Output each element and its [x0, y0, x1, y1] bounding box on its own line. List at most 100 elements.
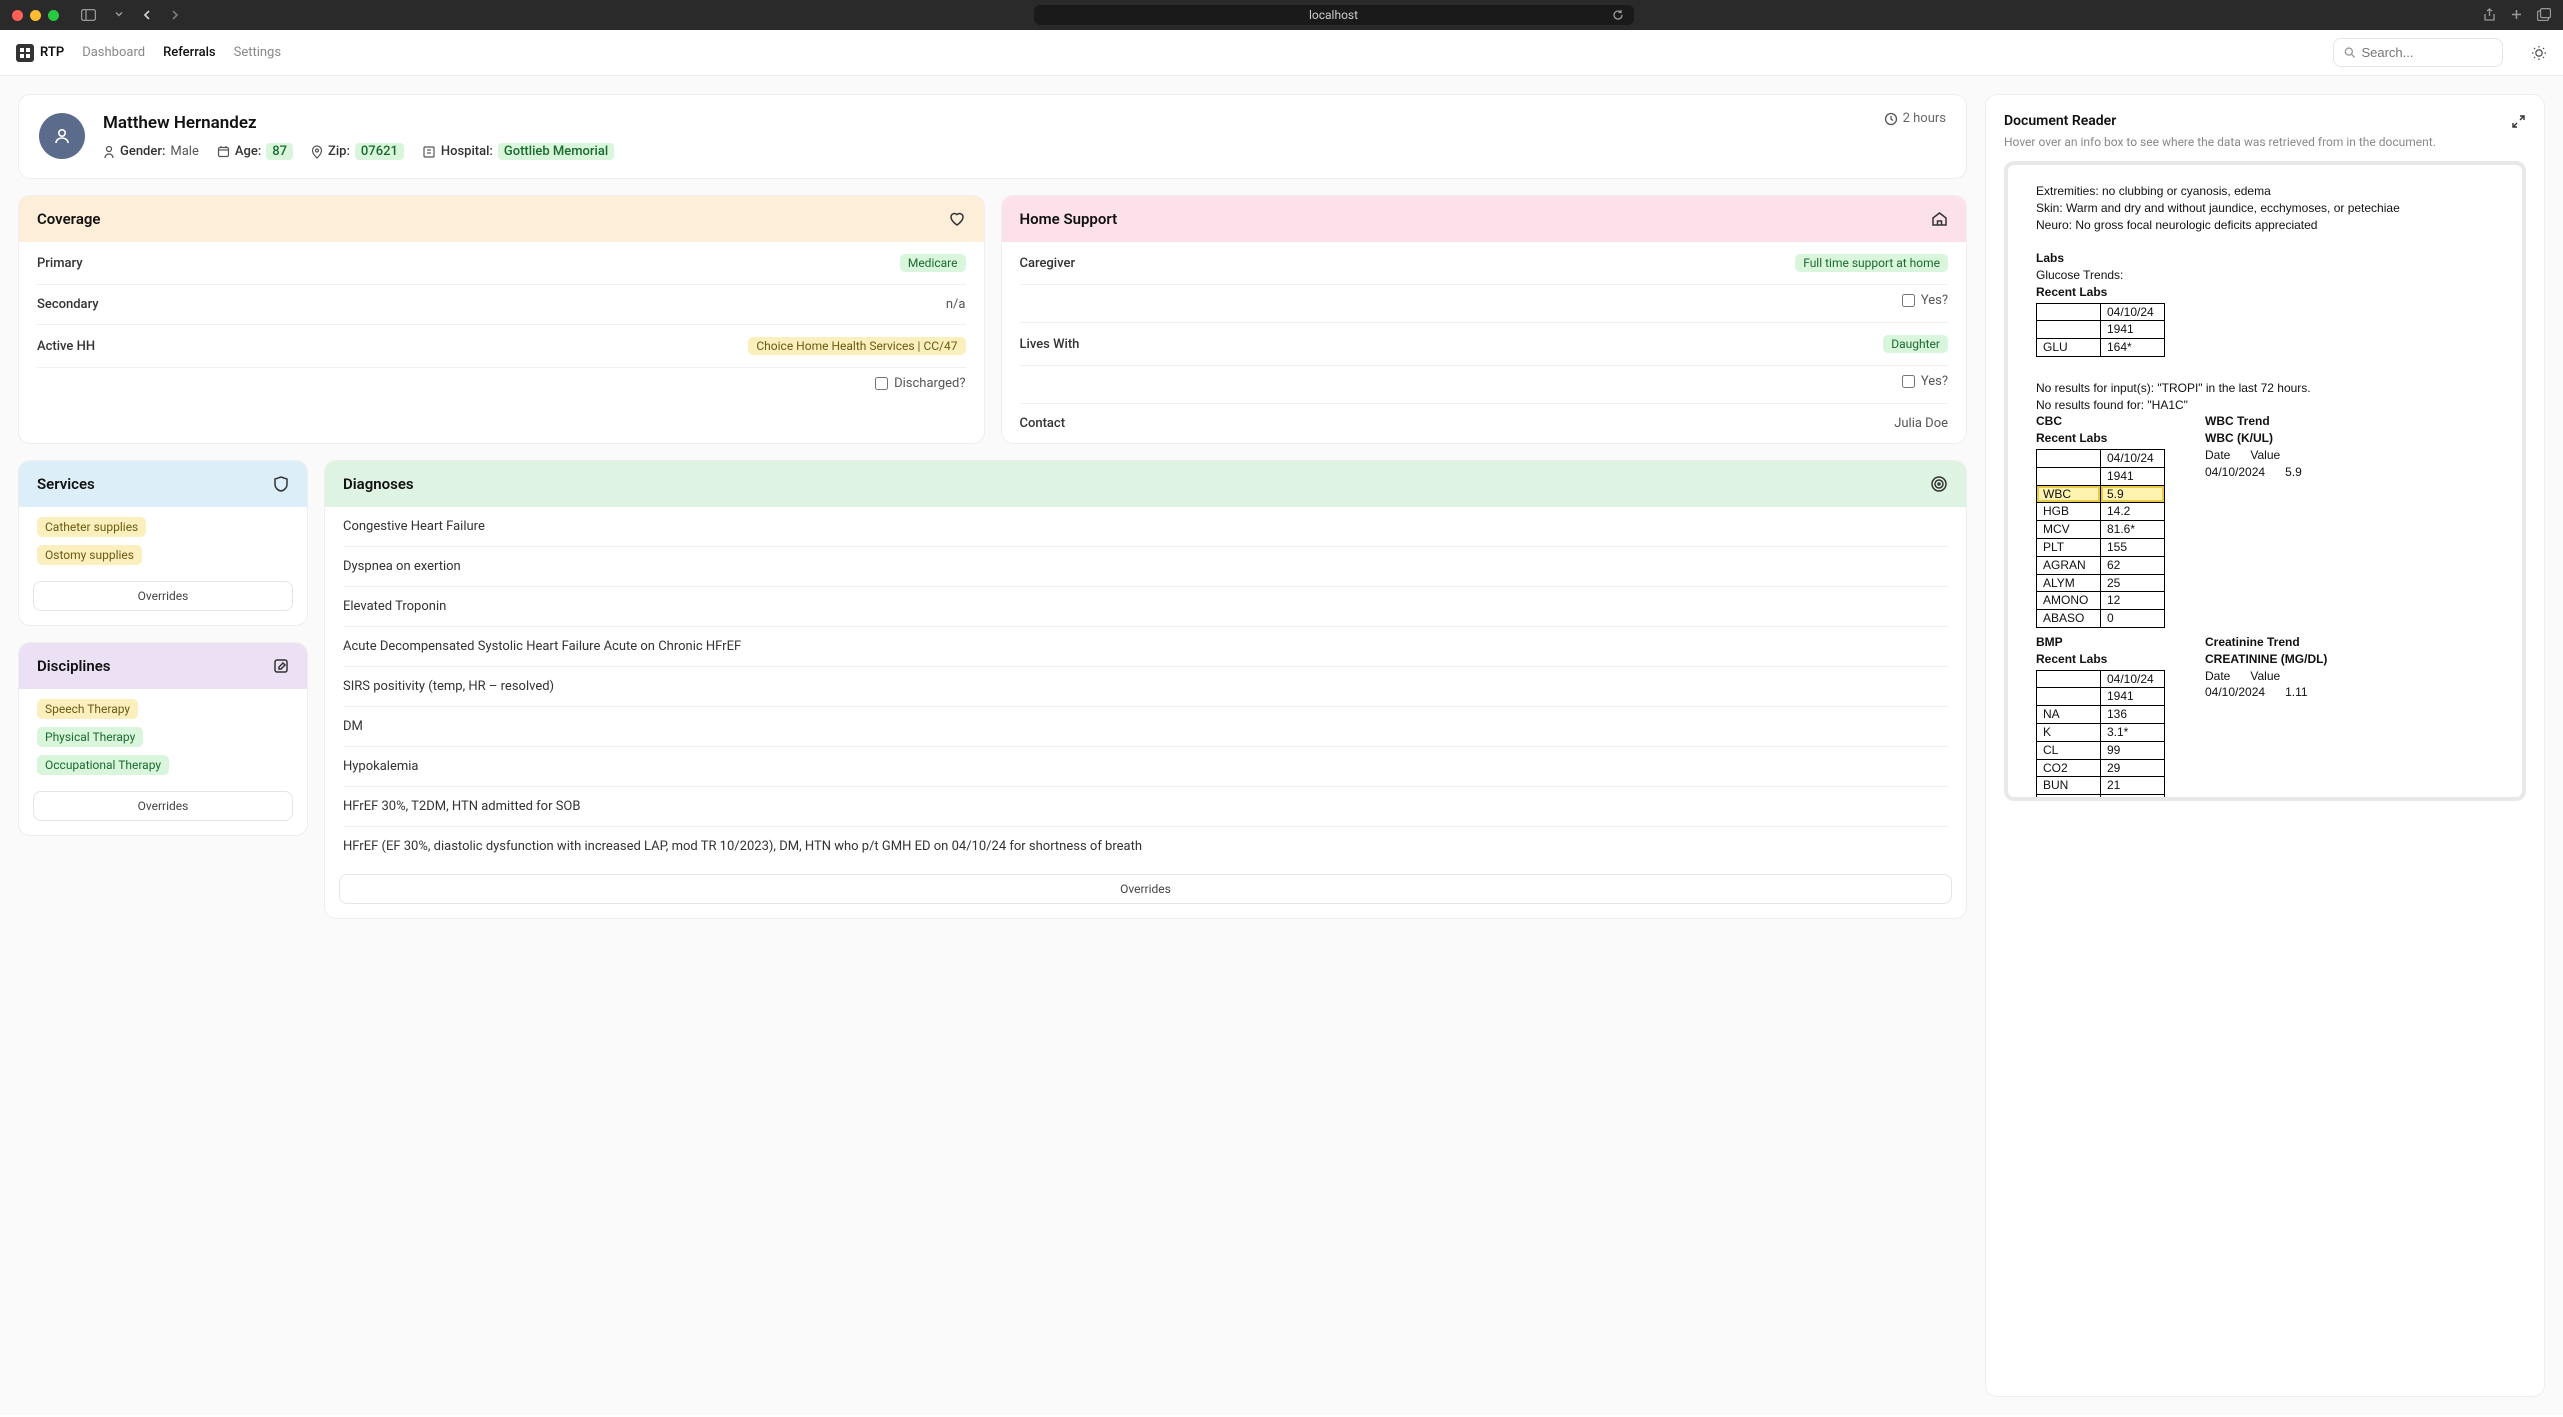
- lab-cell: 12: [2101, 592, 2165, 610]
- caregiver-yes-row: Yes?: [1020, 285, 1949, 322]
- chevron-down-icon[interactable]: [110, 9, 128, 21]
- diagnosis-item: Acute Decompensated Systolic Heart Failu…: [343, 627, 1948, 667]
- lab-cell: GLU: [2037, 339, 2101, 357]
- lab-cell: MCV: [2037, 521, 2101, 539]
- discipline-chip: Occupational Therapy: [37, 755, 169, 775]
- lab-cell: 04/10/24: [2101, 303, 2165, 321]
- search-field[interactable]: [2361, 45, 2492, 60]
- reload-icon[interactable]: [1612, 9, 1624, 21]
- liveswith-label: Lives With: [1020, 337, 1080, 352]
- disciplines-title: Disciplines: [37, 657, 111, 675]
- caregiver-yes-label: Yes?: [1921, 293, 1948, 308]
- diagnosis-item: Dyspnea on exertion: [343, 547, 1948, 587]
- document-frame[interactable]: Extremities: no clubbing or cyanosis, ed…: [2004, 161, 2526, 801]
- zip-label: Zip:: [328, 144, 350, 159]
- browser-right-controls: [2483, 8, 2551, 22]
- nav-dashboard[interactable]: Dashboard: [82, 45, 145, 60]
- diagnoses-title: Diagnoses: [343, 475, 414, 493]
- lab-cell: 29: [2101, 759, 2165, 777]
- doc-line: Neuro: No gross focal neurologic deficit…: [2036, 217, 2494, 234]
- caregiver-yes-checkbox[interactable]: [1902, 294, 1915, 307]
- heart-icon: [948, 211, 966, 227]
- maximize-window-icon[interactable]: [48, 10, 59, 21]
- age-value: 87: [266, 143, 293, 160]
- coverage-card: Coverage Primary Medicare Secondary n/a …: [18, 195, 985, 444]
- discharged-checkbox[interactable]: [875, 377, 888, 390]
- disciplines-overrides-button[interactable]: Overrides: [33, 791, 293, 821]
- share-icon[interactable]: [2483, 8, 2496, 22]
- diagnoses-card: Diagnoses Congestive Heart FailureDyspne…: [324, 460, 1967, 919]
- back-icon[interactable]: [138, 9, 156, 21]
- avatar: [39, 113, 85, 159]
- doc-heading: Recent Labs: [2036, 652, 2107, 666]
- diagnoses-overrides-button[interactable]: Overrides: [339, 874, 1952, 904]
- lab-cell: 14.2: [2101, 503, 2165, 521]
- lab-cell: 5.9: [2101, 485, 2165, 503]
- tabs-icon[interactable]: [2537, 8, 2551, 22]
- disciplines-header: Disciplines: [19, 643, 307, 689]
- meta-gender: Gender: Male: [103, 143, 199, 160]
- meta-age: Age: 87: [217, 143, 293, 160]
- meta-zip: Zip: 07621: [311, 143, 404, 160]
- service-chip: Ostomy supplies: [37, 545, 142, 565]
- diagnosis-item: HFrEF 30%, T2DM, HTN admitted for SOB: [343, 787, 1948, 827]
- services-overrides-button[interactable]: Overrides: [33, 581, 293, 611]
- logo-icon: [16, 44, 34, 62]
- sidebar-toggle-icon[interactable]: [77, 9, 100, 21]
- diagnosis-item: DM: [343, 707, 1948, 747]
- contact-label: Contact: [1020, 416, 1066, 431]
- lab-cell: AGRAN: [2037, 556, 2101, 574]
- age-label: Age:: [235, 144, 261, 159]
- home-support-title: Home Support: [1020, 210, 1118, 228]
- close-window-icon[interactable]: [12, 10, 23, 21]
- liveswith-yes-row: Yes?: [1020, 366, 1949, 403]
- brand-text: RTP: [40, 45, 64, 60]
- coverage-secondary-row: Secondary n/a: [37, 285, 966, 325]
- diagnoses-header: Diagnoses: [325, 461, 1966, 507]
- caregiver-value: Full time support at home: [1795, 254, 1948, 272]
- patient-name: Matthew Hernandez: [103, 113, 614, 133]
- minimize-window-icon[interactable]: [30, 10, 41, 21]
- search-input[interactable]: [2333, 38, 2503, 67]
- contact-row: Contact Julia Doe: [1020, 403, 1949, 443]
- forward-icon[interactable]: [166, 9, 184, 21]
- coverage-activehh-label: Active HH: [37, 339, 95, 354]
- diagnosis-item: Elevated Troponin: [343, 587, 1948, 627]
- creatinine-trend: Creatinine Trend CREATININE (MG/DL) Date…: [2205, 634, 2327, 701]
- trend-hdr: Date: [2205, 447, 2230, 464]
- hospital-label: Hospital:: [441, 144, 493, 159]
- time-ago: 2 hours: [1884, 111, 1946, 126]
- diagnosis-item: Congestive Heart Failure: [343, 507, 1948, 547]
- liveswith-row: Lives With Daughter: [1020, 322, 1949, 366]
- target-icon: [1930, 475, 1948, 493]
- expand-icon[interactable]: [2511, 114, 2526, 129]
- doc-line: No results found for: "HA1C": [2036, 397, 2494, 414]
- coverage-primary-value: Medicare: [900, 254, 966, 272]
- nav-referrals[interactable]: Referrals: [163, 45, 216, 60]
- lab-cell: BUN: [2037, 777, 2101, 795]
- theme-toggle-icon[interactable]: [2531, 45, 2547, 61]
- browser-chrome: localhost: [0, 0, 2563, 30]
- url-bar[interactable]: localhost: [1034, 5, 1634, 25]
- bmp-table: 04/10/24 1941 NA136K3.1*CL99CO229BUN21CR…: [2036, 670, 2165, 801]
- liveswith-yes-checkbox[interactable]: [1902, 375, 1915, 388]
- liveswith-yes-label: Yes?: [1921, 374, 1948, 389]
- document-reader-card: Document Reader Hover over an info box t…: [1985, 94, 2545, 1397]
- coverage-header: Coverage: [19, 196, 984, 242]
- nav-settings[interactable]: Settings: [234, 45, 281, 60]
- home-support-card: Home Support Caregiver Full time support…: [1001, 195, 1968, 444]
- user-icon: [52, 126, 72, 146]
- trend-title: Creatinine Trend: [2205, 635, 2300, 649]
- app-logo[interactable]: RTP: [16, 44, 64, 62]
- coverage-secondary-label: Secondary: [37, 297, 99, 312]
- doc-heading: CBC: [2036, 414, 2062, 428]
- new-tab-icon[interactable]: [2510, 8, 2523, 22]
- lab-cell: 04/10/24: [2101, 449, 2165, 467]
- clock-icon: [1884, 112, 1898, 126]
- wbc-trend: WBC Trend WBC (K/UL) DateValue 04/10/202…: [2205, 413, 2302, 480]
- shield-icon: [273, 475, 289, 493]
- lab-cell: WBC: [2037, 485, 2101, 503]
- gender-label: Gender:: [120, 144, 165, 159]
- coverage-secondary-value: n/a: [946, 297, 966, 312]
- coverage-primary-row: Primary Medicare: [37, 242, 966, 285]
